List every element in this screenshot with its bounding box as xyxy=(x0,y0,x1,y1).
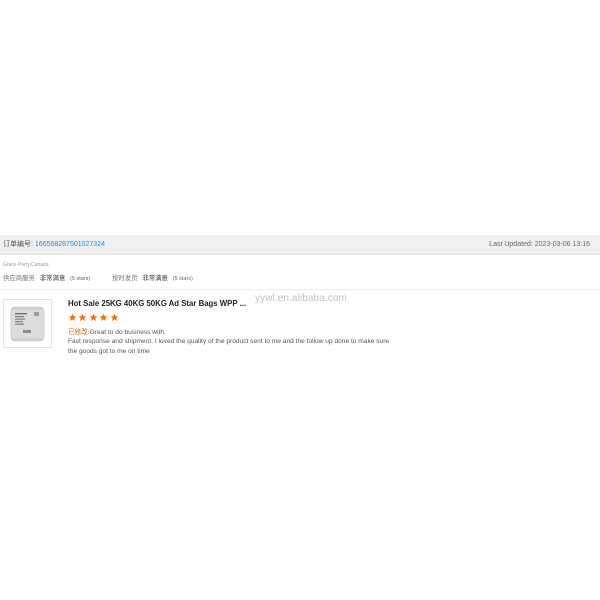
star-icon xyxy=(110,313,118,321)
rating-stars-text: (5 stars) xyxy=(70,276,91,282)
star-icon xyxy=(79,313,87,321)
review-first-line: 已修改:Great to do business with. xyxy=(68,328,400,337)
order-number-link[interactable]: 166568287501027324 xyxy=(35,241,105,248)
product-thumbnail[interactable] xyxy=(3,299,52,348)
buyer-name-location: Grace Perry,Canada xyxy=(3,262,49,268)
last-updated-value: 2023-03-06 13:16 xyxy=(534,241,590,248)
rating-label: 按时发货 xyxy=(112,275,138,282)
order-number-label: 订单编号: xyxy=(3,241,33,248)
rating-label: 供应商服务 xyxy=(3,275,35,282)
star-icon xyxy=(68,313,77,321)
star-icon xyxy=(89,313,98,321)
store-watermark: yywl.en.alibaba.com xyxy=(255,293,347,304)
review-first-line-text: Great to do business with. xyxy=(89,329,166,336)
order-id-group: 订单编号: 166568287501027324 xyxy=(3,235,105,254)
review-comment: 已修改:Great to do business with. Fast resp… xyxy=(68,328,400,356)
rating-stars-text: (5 stars) xyxy=(172,276,193,282)
product-star-rating xyxy=(68,313,120,323)
supplier-ratings: 供应商服务 非常满意 (5 stars) 按时发货 非常满意 (5 stars) xyxy=(3,273,193,282)
woven-bag-icon xyxy=(4,300,51,347)
order-header-bar: 订单编号: 166568287501027324 Last Updated: 2… xyxy=(0,235,600,255)
rating-value: 非常满意 xyxy=(142,275,168,282)
feedback-page: 订单编号: 166568287501027324 Last Updated: 2… xyxy=(0,0,600,600)
star-icon xyxy=(99,313,108,321)
rating-value: 非常满意 xyxy=(39,275,66,282)
rating-supplier-service: 供应商服务 非常满意 (5 stars) xyxy=(3,273,90,282)
product-title-link[interactable]: Hot Sale 25KG 40KG 50KG Ad Star Bags WPP… xyxy=(68,299,246,308)
rating-on-time-delivery: 按时发货 非常满意 (5 stars) xyxy=(112,273,193,282)
review-body: Fast response and shipment. I loved the … xyxy=(68,338,390,355)
last-updated: Last Updated: 2023-03-06 13:16 xyxy=(489,235,590,254)
modified-label: 已修改: xyxy=(68,329,90,336)
section-divider xyxy=(0,289,600,290)
last-updated-label: Last Updated: xyxy=(489,241,533,248)
